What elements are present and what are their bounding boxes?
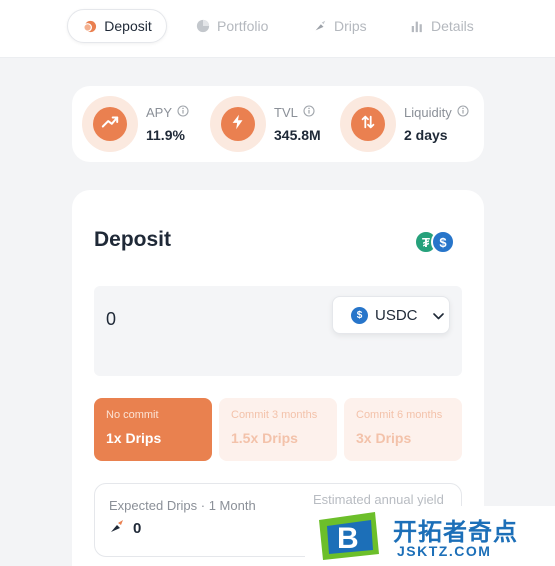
stat-label: TVL [274,105,298,120]
deposit-icon [82,19,97,34]
watermark-logo: B [313,510,385,566]
tab-deposit[interactable]: Deposit [67,9,167,43]
tab-portfolio[interactable]: Portfolio [196,9,268,43]
stat-value: 2 days [404,127,448,143]
bar-chart-icon [410,19,424,33]
stat-label: APY [146,105,173,120]
lightning-icon [229,113,247,136]
usdc-icon: $ [351,306,368,324]
pie-chart-icon [196,19,210,33]
commit-label: Commit 6 months [356,409,443,421]
stat-icon-circle [210,96,266,152]
stat-icon-circle [340,96,396,152]
info-icon[interactable] [303,105,315,120]
stat-value: 11.9% [146,127,185,143]
tab-drips[interactable]: Drips [313,9,367,43]
commit-multiplier: 1.5x Drips [231,430,298,446]
commit-label: No commit [106,409,159,421]
token-select-label: USDC [375,306,418,324]
info-icon[interactable] [457,105,469,120]
amount-input[interactable] [106,304,256,334]
tab-label: Portfolio [217,18,269,34]
commit-option-no-commit[interactable]: No commit 1x Drips [94,398,212,461]
stats-card: APY 11.9% TVL 345.8M Liquidity 2 days [72,86,484,162]
tab-label: Deposit [104,18,152,34]
drip-icon [313,19,327,33]
svg-text:B: B [337,522,359,555]
drip-icon [109,518,125,538]
supported-tokens: ₮ $ [414,230,458,256]
stat-icon-circle [82,96,138,152]
watermark: B 开拓者奇点 JSKTZ.COM [305,506,555,566]
watermark-title: 开拓者奇点 [393,519,518,546]
commit-option-6-months[interactable]: Commit 6 months 3x Drips [344,398,462,461]
commit-option-3-months[interactable]: Commit 3 months 1.5x Drips [219,398,337,461]
watermark-subtitle: JSKTZ.COM [397,543,492,559]
info-icon[interactable] [177,105,189,120]
swap-arrows-icon [359,113,377,136]
expected-drips-value: 0 [133,519,142,537]
commit-multiplier: 1x Drips [106,430,162,446]
trend-up-icon [101,113,119,136]
usdc-token-icon: $ [431,230,455,254]
stat-value: 345.8M [274,127,321,143]
commit-multiplier: 3x Drips [356,430,412,446]
estimated-yield-label: Estimated annual yield [313,492,444,507]
stat-label: Liquidity [404,105,452,120]
tab-label: Drips [334,18,367,34]
expected-drips-label: Expected Drips · 1 Month [109,498,256,513]
tab-details[interactable]: Details [410,9,474,43]
chevron-down-icon [432,307,444,324]
deposit-title: Deposit [94,228,172,251]
token-select[interactable]: $ USDC [332,296,450,334]
tab-label: Details [431,18,474,34]
tab-bar: Deposit Portfolio Drips Details [0,0,555,58]
commit-label: Commit 3 months [231,409,318,421]
amount-box: $ USDC [94,286,462,376]
